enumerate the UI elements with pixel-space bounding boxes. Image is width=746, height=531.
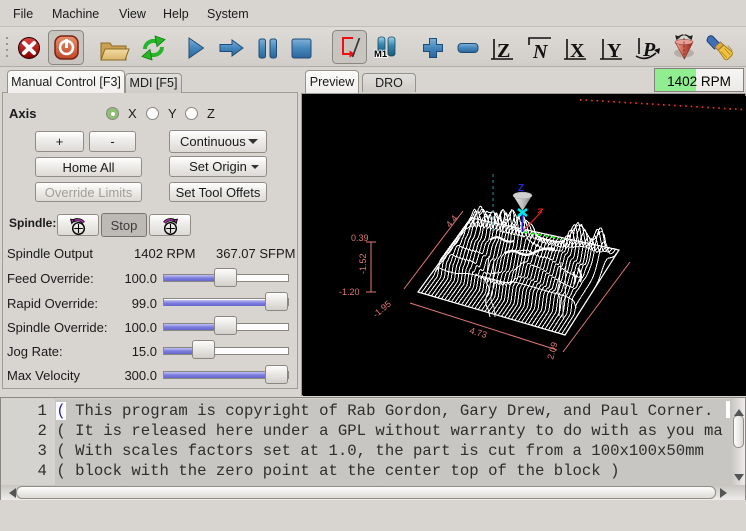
svg-text:0.39: 0.39 (351, 233, 369, 243)
svg-text:2.09: 2.09 (545, 341, 559, 361)
svg-text:-1.52: -1.52 (358, 253, 368, 274)
svg-text:-1.20: -1.20 (339, 287, 360, 297)
svg-text:4.73: 4.73 (468, 325, 488, 340)
svg-text:N: N (532, 41, 549, 63)
svg-text:-1.95: -1.95 (371, 299, 393, 320)
svg-text:M1: M1 (374, 49, 388, 60)
svg-text:4.4: 4.4 (444, 213, 460, 229)
